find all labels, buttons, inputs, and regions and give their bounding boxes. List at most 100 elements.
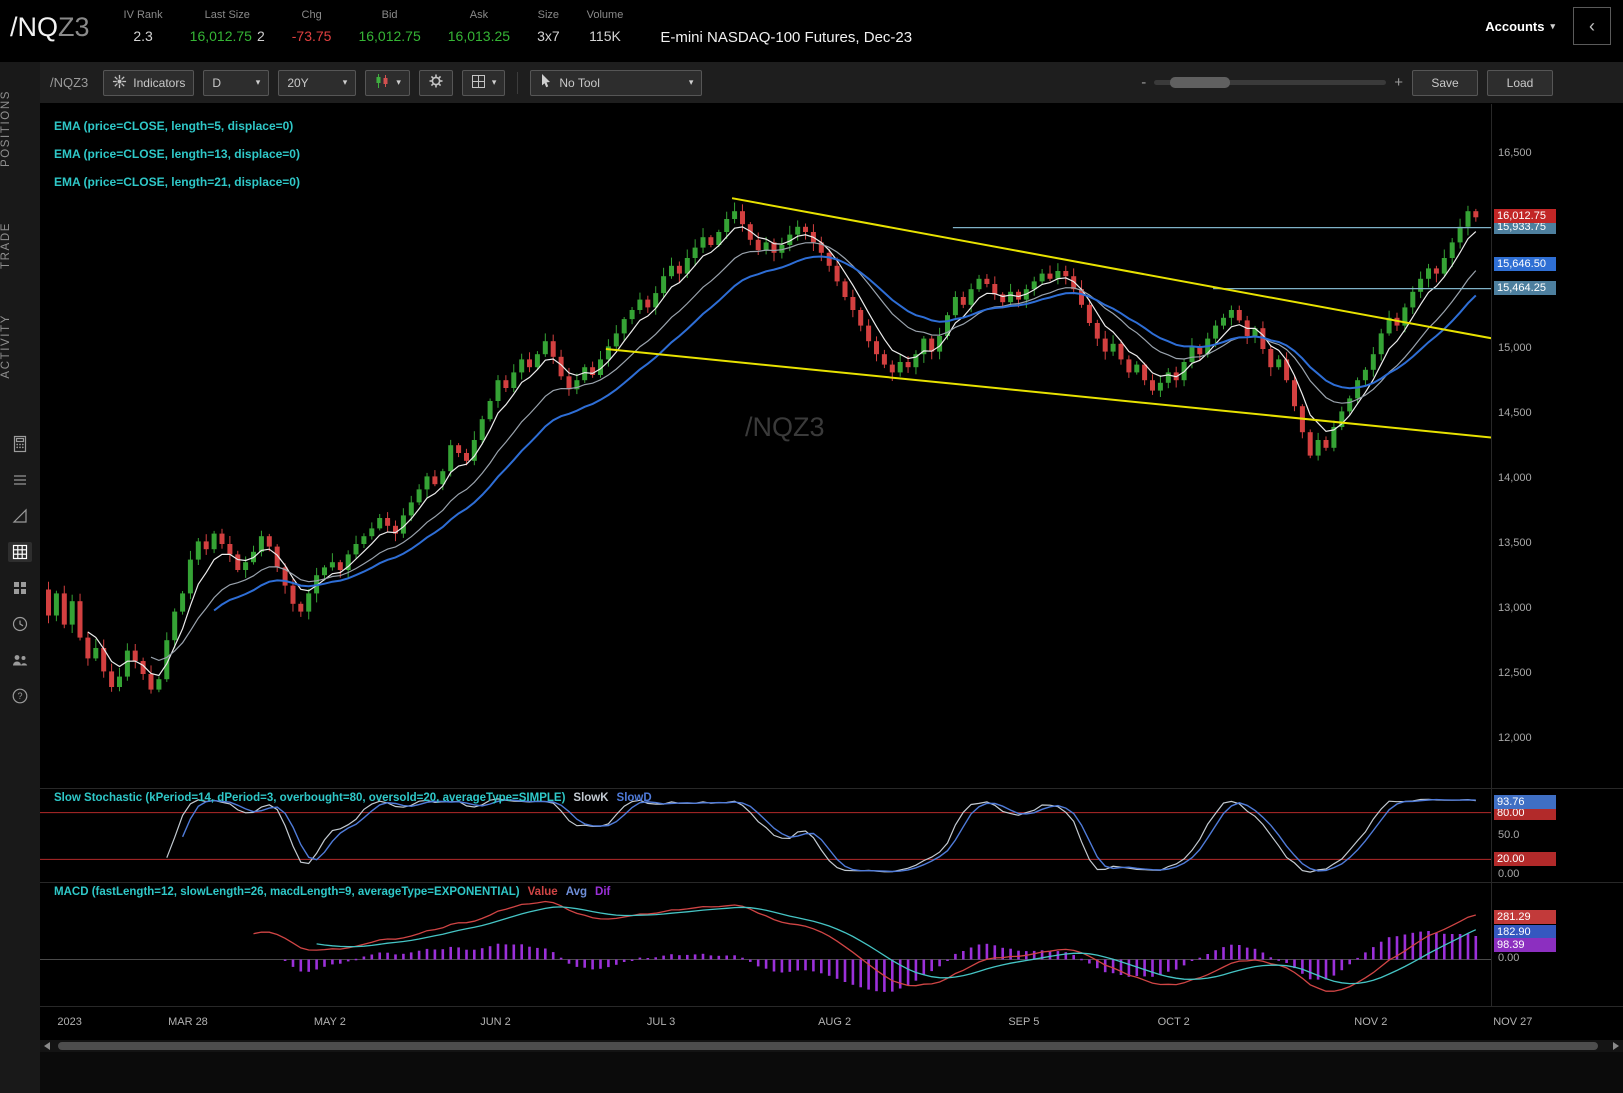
- time-axis-label: 2023: [57, 1016, 82, 1028]
- collapse-panel-button[interactable]: ‹: [1573, 7, 1611, 45]
- clock-icon[interactable]: [8, 614, 32, 634]
- price-axis-badge: 16,012.75: [1494, 209, 1556, 224]
- chart-area: 16,500 15,000 14,500 14,000 13,500 13,000 12,5…: [40, 104, 1623, 1093]
- chevron-down-icon: ▾: [342, 77, 348, 87]
- field-value: 16,012.75 2: [189, 28, 265, 44]
- scroll-right-icon[interactable]: [1613, 1042, 1619, 1050]
- price-axis-label: 14,500: [1498, 407, 1532, 419]
- accounts-menu[interactable]: Accounts ▾: [1485, 19, 1555, 34]
- chevron-down-icon: ▾: [688, 77, 694, 87]
- symbol-title: /NQZ3: [10, 12, 90, 43]
- range-dropdown[interactable]: 20Y ▾: [278, 69, 357, 96]
- chevron-down-icon: ▾: [396, 77, 401, 87]
- price-axis-label: 13,000: [1498, 602, 1532, 614]
- zoom-slider[interactable]: [1154, 77, 1387, 88]
- field-ask: Ask 16,013.25: [448, 0, 510, 44]
- macd-panel: 0.00 281.29 182.90 98.39 MACD (fastLength=1…: [40, 882, 1623, 1006]
- field-iv-rank: IV Rank 2.3: [124, 0, 163, 44]
- field-last-size: Last Size 16,012.75 2: [190, 0, 265, 44]
- field-label: Volume: [586, 9, 624, 21]
- macd-axis-badge: 98.39: [1494, 937, 1556, 952]
- stochastic-axis: 50.0 0.00 80.00 93.76 20.00: [1491, 789, 1622, 882]
- field-value: 115K: [589, 28, 621, 44]
- price-chart-canvas[interactable]: [40, 104, 1491, 788]
- stoch-axis-badge: 20.00: [1494, 852, 1556, 867]
- indicators-button[interactable]: Indicators: [103, 69, 195, 96]
- left-sidebar: POSITIONS TRADE ACTIVITY ?: [0, 62, 40, 1093]
- scroll-left-icon[interactable]: [44, 1042, 50, 1050]
- bottom-filler: [40, 1052, 1623, 1093]
- field-value: 16,012.75: [358, 28, 421, 44]
- price-axis-label: 16,500: [1498, 147, 1532, 159]
- grid-icon[interactable]: [8, 578, 32, 598]
- time-axis: 2023 MAR 28 MAY 2 JUN 2 JUL 3 AUG 2 SEP 5 OCT 2…: [40, 1006, 1623, 1040]
- macd-axis-label: 0.00: [1498, 952, 1520, 965]
- last-size-count: 2: [256, 28, 265, 44]
- sidebar-tab-trade[interactable]: TRADE: [0, 222, 40, 269]
- field-label: IV Rank: [123, 9, 163, 21]
- macd-axis-badge: 281.29: [1494, 910, 1556, 925]
- zoom-in-button[interactable]: +: [1394, 74, 1403, 91]
- chart-style-dropdown[interactable]: ▾: [365, 69, 410, 96]
- load-button[interactable]: Load: [1487, 69, 1553, 96]
- zoom-slider-thumb[interactable]: [1170, 77, 1231, 88]
- gear-icon: [428, 73, 444, 92]
- time-axis-label: JUN 2: [480, 1016, 511, 1028]
- sidebar-tab-activity[interactable]: ACTIVITY: [0, 314, 40, 379]
- chevron-down-icon: ▾: [1550, 21, 1555, 31]
- price-axis-label: 15,000: [1498, 342, 1532, 354]
- field-label: Bid: [381, 9, 398, 21]
- macd-axis: 0.00 281.29 182.90 98.39: [1491, 883, 1622, 1006]
- scrollbar-thumb[interactable]: [58, 1042, 1598, 1050]
- field-value: 16,013.25: [447, 28, 511, 44]
- price-axis-label: 12,500: [1498, 667, 1532, 679]
- save-button[interactable]: Save: [1412, 69, 1478, 96]
- stochastic-panel: 50.0 0.00 80.00 93.76 20.00 Slow Stochastic …: [40, 788, 1623, 882]
- chart-settings-button[interactable]: [418, 69, 453, 96]
- price-axis-badge: 15,464.25: [1494, 280, 1556, 295]
- ruler-icon[interactable]: [8, 506, 32, 526]
- price-axis-label: 12,000: [1498, 732, 1532, 744]
- symbol-root: /NQ: [10, 12, 59, 42]
- grid-layout-dropdown[interactable]: ▾: [461, 69, 506, 96]
- trading-platform: /NQZ3 IV Rank 2.3 Last Size 16,012.75 2 C…: [0, 0, 1623, 1093]
- cursor-icon: [539, 73, 553, 92]
- time-axis-label: AUG 2: [818, 1016, 852, 1028]
- stochastic-canvas[interactable]: [40, 789, 1491, 882]
- svg-text:?: ?: [17, 691, 22, 701]
- indicators-icon: [112, 74, 127, 92]
- price-axis-badge: 15,646.50: [1494, 256, 1556, 271]
- help-icon[interactable]: ?: [8, 686, 32, 706]
- time-axis-label: NOV 2: [1354, 1016, 1388, 1028]
- field-label: Last Size: [204, 9, 250, 21]
- rows-icon[interactable]: [8, 470, 32, 490]
- time-axis-label: OCT 2: [1157, 1016, 1190, 1028]
- toolbar-divider: [517, 71, 519, 94]
- drawing-tool-dropdown[interactable]: No Tool ▾: [530, 69, 703, 96]
- macd-canvas[interactable]: [40, 883, 1491, 1006]
- stoch-axis-badge: 93.76: [1494, 794, 1556, 809]
- contract-title: E-mini NASDAQ-100 Futures, Dec-23: [660, 29, 913, 46]
- chart-workspace: /NQZ3 Indicators D ▾ 20Y ▾ ▾ ▾ No Tool ▾…: [40, 62, 1623, 1093]
- sidebar-tab-positions[interactable]: POSITIONS: [0, 90, 40, 167]
- time-axis-label: NOV 27: [1493, 1016, 1533, 1028]
- time-axis-label: SEP 5: [1008, 1016, 1040, 1028]
- chevron-down-icon: ▾: [255, 77, 261, 87]
- price-axis: 16,500 15,000 14,500 14,000 13,500 13,000 12,5…: [1491, 104, 1622, 788]
- field-label: Ask: [469, 9, 489, 21]
- chart-symbol-label: /NQZ3: [50, 75, 89, 90]
- timeframe-dropdown[interactable]: D ▾: [203, 69, 270, 96]
- field-value: -73.75: [291, 28, 332, 44]
- zoom-out-button[interactable]: -: [1141, 74, 1146, 91]
- calculator-icon[interactable]: [8, 434, 32, 454]
- price-axis-label: 14,000: [1498, 472, 1532, 484]
- users-icon[interactable]: [8, 650, 32, 670]
- field-volume: Volume 115K: [587, 0, 624, 44]
- field-bid: Bid 16,012.75: [358, 0, 420, 44]
- time-axis-label: JUL 3: [646, 1016, 676, 1028]
- chart-scrollbar[interactable]: [40, 1040, 1623, 1052]
- field-value: 2.3: [133, 28, 153, 44]
- spreadsheet-icon[interactable]: [8, 542, 32, 562]
- quote-header: /NQZ3 IV Rank 2.3 Last Size 16,012.75 2 C…: [0, 0, 1623, 62]
- stoch-axis-label: 50.0: [1498, 829, 1520, 841]
